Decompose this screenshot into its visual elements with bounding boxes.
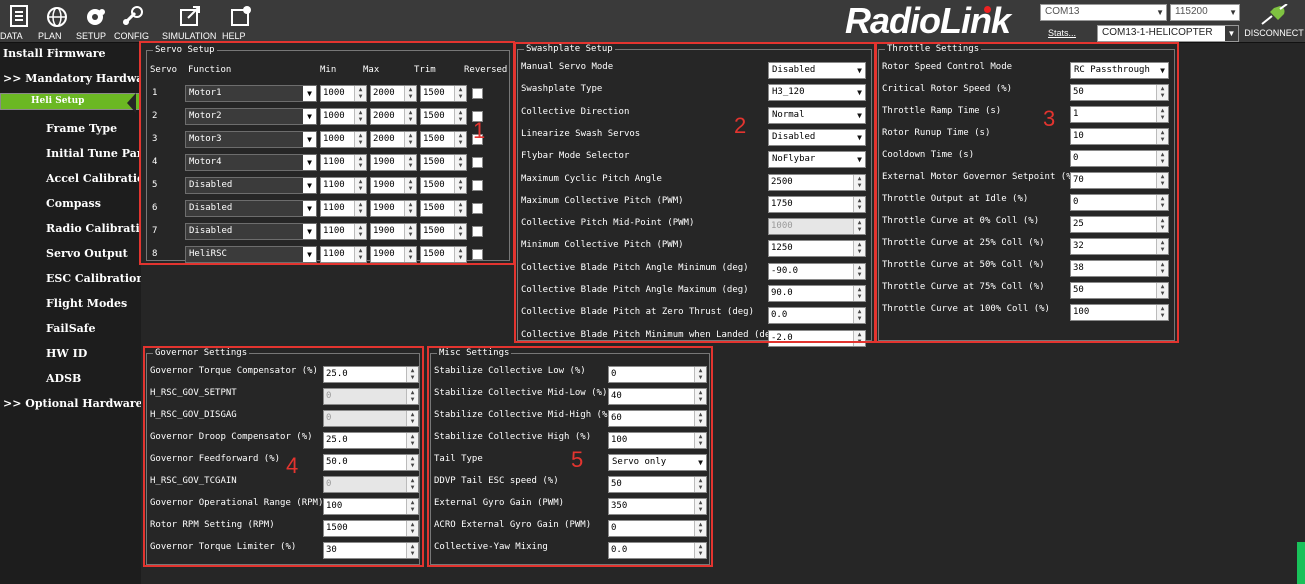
sidebar-item-frame-type[interactable]: Frame Type — [0, 118, 141, 140]
throttle-annotation-box — [875, 42, 1179, 343]
sidebar-item-initial-tune-parameters[interactable]: Initial Tune Parameters — [0, 143, 141, 165]
sidebar-item-esc-calibration[interactable]: ESC Calibration — [0, 268, 141, 290]
misc-annotation-box — [427, 346, 713, 567]
swash-annotation-box — [514, 42, 876, 343]
top-toolbar: DATA PLAN SETUP CONFIG SIMULATION HELP R… — [0, 0, 1305, 43]
toolbar-plan-button[interactable]: PLAN — [38, 2, 76, 41]
sidebar: Install Firmware >> Mandatory Hardware Hel… — [0, 43, 141, 584]
swash-annotation-number: 2 — [734, 113, 747, 138]
sidebar-item-radio-calibration[interactable]: Radio Calibration — [0, 218, 141, 240]
setup-icon — [87, 9, 105, 25]
sidebar-item-compass[interactable]: Compass — [0, 193, 141, 215]
device-select[interactable]: COM13-1-HELICOPTER ▼ — [1097, 25, 1239, 42]
servo-annotation-number: 1 — [473, 118, 486, 143]
baud-select[interactable]: 115200 ▼ — [1170, 4, 1240, 21]
toolbar-plan-label: PLAN — [38, 31, 62, 41]
sidebar-item-heli-setup[interactable]: Heli Setup — [0, 93, 141, 110]
globe-icon — [47, 7, 67, 27]
governor-annotation-number: 4 — [286, 453, 299, 478]
toolbar-setup-button[interactable]: SETUP — [76, 2, 114, 41]
data-icon — [10, 5, 28, 27]
sidebar-item-failsafe[interactable]: FailSafe — [0, 318, 141, 340]
selected-indicator — [127, 93, 136, 113]
port-select[interactable]: COM13 ▼ — [1040, 4, 1167, 21]
sidebar-item-mandatory-hardware[interactable]: >> Mandatory Hardware — [0, 68, 141, 90]
sidebar-item-accel-calibration[interactable]: Accel Calibration — [0, 168, 141, 190]
chevron-down-icon: ▼ — [1225, 26, 1238, 41]
baud-value: 115200 — [1175, 6, 1208, 17]
sidebar-item-flight-modes[interactable]: Flight Modes — [0, 293, 141, 315]
stats-link[interactable]: Stats... — [1048, 28, 1076, 38]
toolbar-data-button[interactable]: DATA — [0, 2, 38, 41]
toolbar-help-button[interactable]: HELP — [222, 2, 260, 41]
status-indicator — [1297, 542, 1305, 584]
device-value: COM13-1-HELICOPTER — [1102, 27, 1213, 38]
heli-setup-panel: Servo Setup Servo Function Min Max Trim Revers… — [139, 41, 1305, 584]
servo-annotation-box — [139, 41, 515, 265]
disconnect-button[interactable]: DISCONNECT — [1244, 3, 1304, 42]
toolbar-data-label: DATA — [0, 31, 23, 41]
toolbar-setup-label: SETUP — [76, 31, 107, 41]
throttle-annotation-number: 3 — [1043, 106, 1056, 131]
config-icon — [122, 6, 143, 26]
toolbar-config-button[interactable]: CONFIG — [114, 2, 152, 41]
logo-dot — [984, 6, 991, 13]
misc-annotation-number: 5 — [571, 447, 584, 472]
sidebar-item-optional-hardware[interactable]: >> Optional Hardware — [0, 393, 141, 415]
help-icon — [231, 6, 251, 26]
sidebar-item-hw-id[interactable]: HW ID — [0, 343, 141, 365]
sidebar-item-servo-output[interactable]: Servo Output — [0, 243, 141, 265]
sidebar-item-adsb[interactable]: ADSB — [0, 368, 141, 390]
chevron-down-icon: ▼ — [1156, 8, 1164, 17]
toolbar-simulation-button[interactable]: SIMULATION — [162, 2, 218, 41]
simulation-icon — [180, 6, 200, 26]
sidebar-item-install-firmware[interactable]: Install Firmware — [0, 43, 141, 65]
port-value: COM13 — [1045, 6, 1080, 17]
plug-icon — [1261, 3, 1288, 25]
chevron-down-icon: ▼ — [1229, 8, 1237, 17]
radiolink-logo: RadioLink — [845, 0, 1011, 41]
disconnect-label: DISCONNECT — [1244, 28, 1304, 38]
governor-annotation-box — [143, 346, 424, 567]
